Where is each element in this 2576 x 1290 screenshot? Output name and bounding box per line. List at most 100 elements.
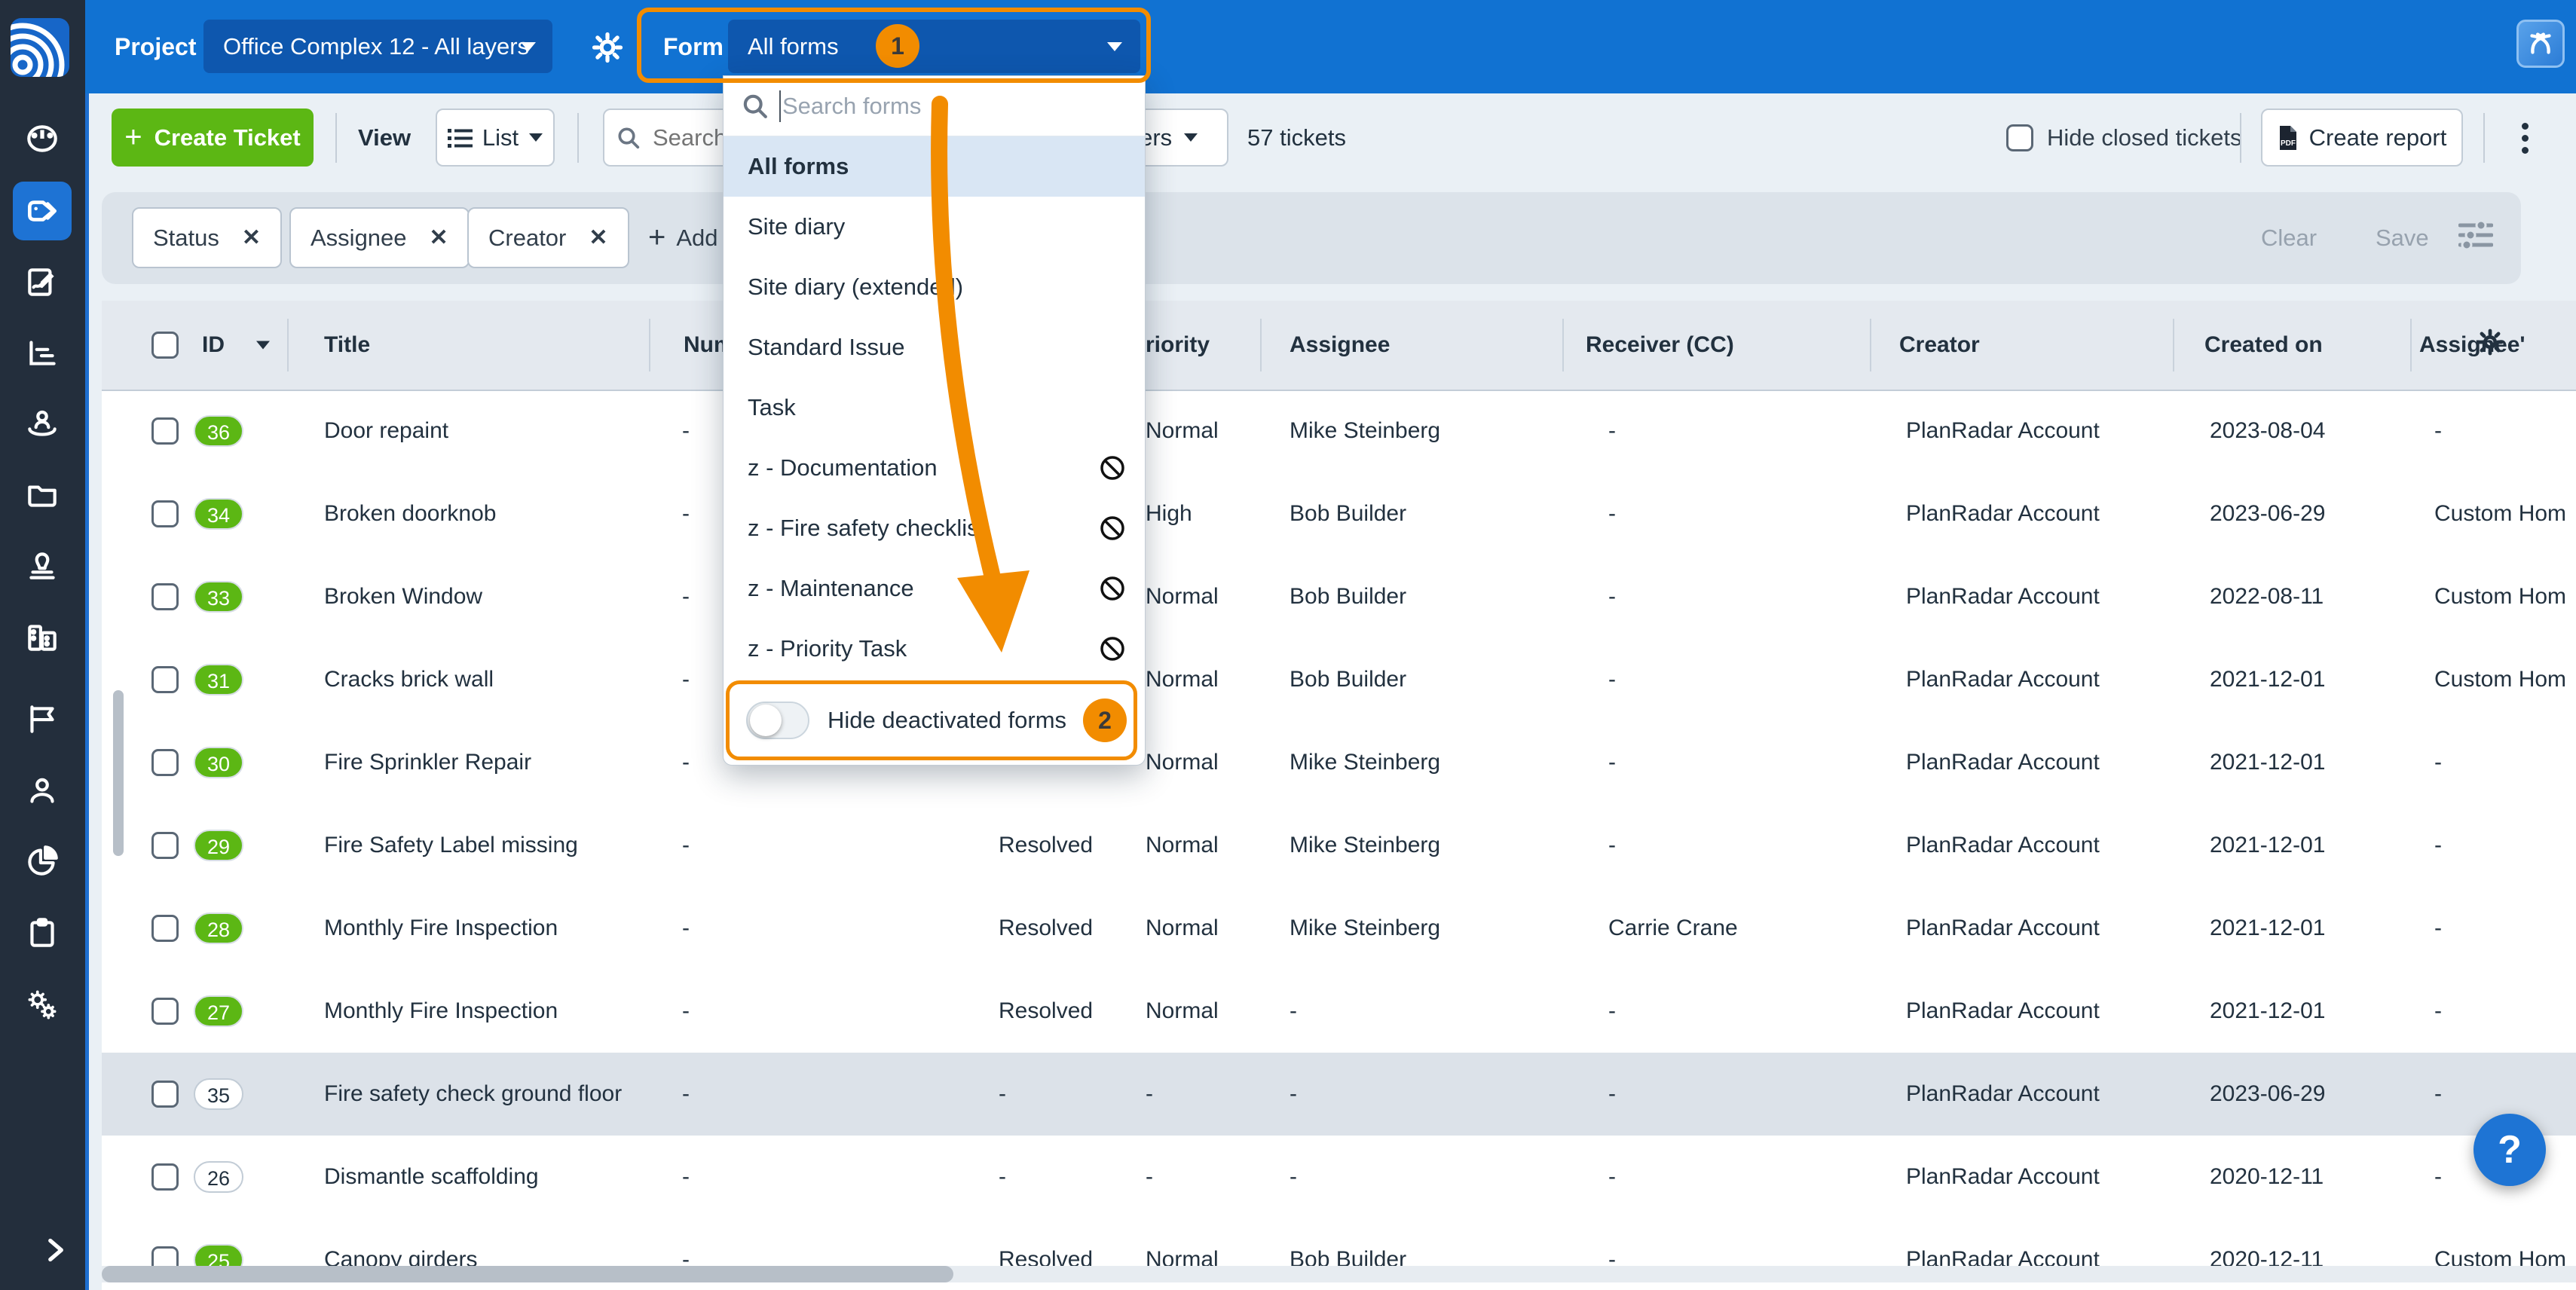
- ticket-id-badge[interactable]: 28: [194, 912, 243, 944]
- clear-filters-button[interactable]: Clear: [2261, 207, 2317, 268]
- row-checkbox[interactable]: [151, 832, 179, 859]
- sort-caret-icon[interactable]: [256, 341, 270, 350]
- ticket-title[interactable]: Broken doorknob: [324, 501, 497, 527]
- ticket-id-badge[interactable]: 30: [194, 747, 243, 778]
- hide-deactivated-toggle[interactable]: [746, 702, 809, 739]
- help-button[interactable]: ?: [2474, 1114, 2546, 1186]
- ticket-title[interactable]: Cracks brick wall: [324, 667, 494, 692]
- select-all-checkbox[interactable]: [151, 332, 179, 359]
- tasks-clipboard-icon[interactable]: [23, 914, 61, 952]
- row-checkbox[interactable]: [151, 998, 179, 1025]
- cell-assignee-changed: Custom Hom: [2434, 667, 2566, 692]
- row-checkbox[interactable]: [151, 666, 179, 693]
- ticket-id-badge[interactable]: 31: [194, 664, 243, 695]
- more-options-kebab-icon[interactable]: [2522, 118, 2529, 160]
- form-option-z-maintenance[interactable]: z - Maintenance: [724, 558, 1145, 619]
- ticket-title[interactable]: Fire Safety Label missing: [324, 833, 578, 858]
- ticket-id-badge[interactable]: 33: [194, 581, 243, 613]
- ticket-title[interactable]: Broken Window: [324, 584, 482, 610]
- row-checkbox[interactable]: [151, 500, 179, 527]
- ticket-title[interactable]: Door repaint: [324, 418, 448, 444]
- settings-gears-icon[interactable]: [23, 986, 61, 1024]
- column-header-id[interactable]: ID: [202, 332, 225, 358]
- table-row[interactable]: 34 Broken doorknob - High Bob Builder - …: [102, 472, 2576, 557]
- ticket-title[interactable]: Dismantle scaffolding: [324, 1164, 539, 1190]
- form-option-z-fire-safety-checklist[interactable]: z - Fire safety checklist: [724, 498, 1145, 558]
- reports-pie-icon[interactable]: [23, 842, 61, 880]
- tickets-icon[interactable]: [23, 192, 61, 230]
- column-header-assignee[interactable]: Assignee: [1290, 332, 1390, 358]
- form-search-row[interactable]: [724, 76, 1145, 136]
- filter-settings-sliders-icon[interactable]: [2458, 220, 2493, 254]
- ticket-title[interactable]: Monthly Fire Inspection: [324, 998, 558, 1024]
- form-search-input[interactable]: [781, 92, 1070, 121]
- sidebar-expand-icon[interactable]: [36, 1231, 74, 1269]
- form-option-z-priority-task[interactable]: z - Priority Task: [724, 619, 1145, 679]
- ticket-title[interactable]: Fire Sprinkler Repair: [324, 750, 531, 775]
- ticket-id-badge[interactable]: 29: [194, 830, 243, 861]
- vertical-scrollbar[interactable]: [113, 690, 124, 856]
- view-mode-select[interactable]: List: [436, 109, 555, 167]
- planradar-logo[interactable]: [11, 18, 69, 77]
- table-row[interactable]: 29 Fire Safety Label missing - Resolved …: [102, 804, 2576, 888]
- form-option-all-forms[interactable]: All forms: [724, 136, 1145, 197]
- table-row[interactable]: 31 Cracks brick wall - Normal Bob Builde…: [102, 638, 2576, 723]
- form-option-site-diary[interactable]: Site diary: [724, 197, 1145, 257]
- row-checkbox[interactable]: [151, 417, 179, 445]
- table-row[interactable]: 36 Door repaint - Normal Mike Steinberg …: [102, 390, 2576, 474]
- hide-closed-checkbox[interactable]: [2006, 124, 2033, 151]
- ticket-id-badge[interactable]: 27: [194, 995, 243, 1027]
- marketplace-app-icon[interactable]: [2516, 20, 2565, 68]
- create-report-button[interactable]: PDF Create report: [2261, 109, 2463, 167]
- ticket-id-badge[interactable]: 36: [194, 415, 243, 447]
- row-checkbox[interactable]: [151, 749, 179, 776]
- table-row[interactable]: 27 Monthly Fire Inspection - Resolved No…: [102, 970, 2576, 1054]
- company-icon[interactable]: [23, 619, 61, 656]
- statistics-icon[interactable]: [23, 335, 61, 372]
- filter-chip-creator[interactable]: Creator ✕: [467, 207, 629, 268]
- form-option-z-documentation[interactable]: z - Documentation: [724, 438, 1145, 498]
- remove-chip-icon[interactable]: ✕: [242, 225, 261, 251]
- table-row[interactable]: 26 Dismantle scaffolding - - - - - PlanR…: [102, 1136, 2576, 1220]
- save-filters-button[interactable]: Save: [2376, 207, 2429, 268]
- ticket-id-badge[interactable]: 35: [194, 1078, 243, 1110]
- ticket-id-badge[interactable]: 26: [194, 1161, 243, 1193]
- documents-icon[interactable]: [23, 476, 61, 514]
- column-header-assignee-changed[interactable]: Assignee': [2419, 332, 2526, 358]
- column-header-creator[interactable]: Creator: [1899, 332, 1980, 358]
- project-select[interactable]: Office Complex 12 - All layers: [203, 20, 552, 73]
- row-checkbox[interactable]: [151, 583, 179, 610]
- row-checkbox[interactable]: [151, 1163, 179, 1191]
- filter-chip-status[interactable]: Status ✕: [132, 207, 282, 268]
- remove-chip-icon[interactable]: ✕: [589, 225, 607, 251]
- ticket-title[interactable]: Monthly Fire Inspection: [324, 916, 558, 941]
- column-header-created-on[interactable]: Created on: [2204, 332, 2323, 358]
- contacts-icon[interactable]: [23, 772, 61, 810]
- remove-chip-icon[interactable]: ✕: [430, 225, 448, 251]
- ticket-id-badge[interactable]: 34: [194, 498, 243, 530]
- locate-person-icon[interactable]: [23, 405, 61, 442]
- horizontal-scrollbar-thumb[interactable]: [102, 1266, 953, 1282]
- dashboard-icon[interactable]: [23, 120, 61, 157]
- table-row[interactable]: 28 Monthly Fire Inspection - Resolved No…: [102, 887, 2576, 971]
- flag-icon[interactable]: [23, 700, 61, 738]
- plans-icon[interactable]: [23, 264, 61, 301]
- row-checkbox[interactable]: [151, 1081, 179, 1108]
- table-row-selected[interactable]: 35 Fire safety check ground floor - - - …: [102, 1053, 2576, 1137]
- form-option-site-diary-extended[interactable]: Site diary (extended): [724, 257, 1145, 317]
- form-option-standard-issue[interactable]: Standard Issue: [724, 317, 1145, 378]
- horizontal-scrollbar-track[interactable]: [102, 1266, 2576, 1282]
- table-row[interactable]: 30 Fire Sprinkler Repair - Normal Mike S…: [102, 721, 2576, 805]
- column-header-receiver[interactable]: Receiver (CC): [1586, 332, 1734, 358]
- row-checkbox[interactable]: [151, 915, 179, 942]
- form-select[interactable]: All forms 1: [728, 20, 1140, 73]
- project-settings-gear-icon[interactable]: [592, 32, 623, 67]
- form-option-task[interactable]: Task: [724, 378, 1145, 438]
- column-header-title[interactable]: Title: [324, 332, 370, 358]
- filter-chip-assignee[interactable]: Assignee ✕: [289, 207, 470, 268]
- create-ticket-button[interactable]: + Create Ticket: [112, 109, 314, 167]
- ticket-title[interactable]: Fire safety check ground floor: [324, 1081, 622, 1107]
- column-settings-gear-icon[interactable]: [2476, 328, 2504, 362]
- table-row[interactable]: 33 Broken Window - Normal Bob Builder - …: [102, 555, 2576, 640]
- approvals-stamp-icon[interactable]: [23, 547, 61, 585]
